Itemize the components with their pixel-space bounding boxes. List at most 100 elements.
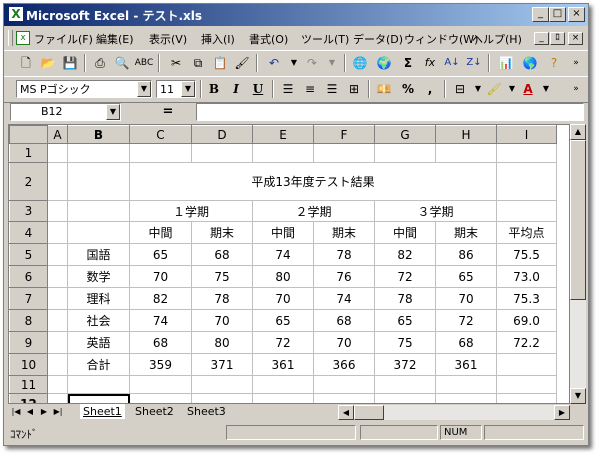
chevron-down-icon[interactable]: ▼ <box>137 81 151 97</box>
score-cell[interactable]: 80 <box>252 265 314 288</box>
subheader-cell[interactable]: 中間 <box>252 221 314 244</box>
align-right-icon[interactable]: ☰ <box>322 80 342 98</box>
term-label[interactable]: １学期 <box>129 200 253 222</box>
cell[interactable] <box>252 375 314 394</box>
chevron-down-icon[interactable]: ▼ <box>106 104 120 120</box>
cell[interactable] <box>435 393 497 403</box>
percent-style-button[interactable]: % <box>398 80 418 98</box>
menu-file[interactable]: ファイル(F) <box>34 31 93 47</box>
column-header[interactable]: I <box>496 125 557 144</box>
autosum-icon[interactable]: Σ <box>398 54 418 72</box>
menu-tools[interactable]: ツール(T) <box>301 31 349 47</box>
subheader-cell[interactable]: 中間 <box>374 221 436 244</box>
score-cell[interactable]: 70 <box>191 309 253 332</box>
score-cell[interactable]: 65 <box>435 265 497 288</box>
row-header[interactable]: 7 <box>9 287 48 310</box>
cell[interactable] <box>313 143 375 163</box>
doc-minimize-button[interactable]: _ <box>534 32 549 45</box>
cell[interactable] <box>47 287 68 310</box>
office-assistant-icon[interactable]: ? <box>544 54 564 72</box>
chevron-down-icon[interactable]: ▼ <box>181 81 195 97</box>
fill-color-icon[interactable]: 🖌 <box>484 80 504 98</box>
more-buttons-icon[interactable]: » <box>566 80 586 98</box>
italic-button[interactable]: I <box>226 80 246 98</box>
vertical-scrollbar[interactable]: ▲ ▼ <box>570 124 586 404</box>
menu-insert[interactable]: 挿入(I) <box>201 31 235 47</box>
score-cell[interactable]: 74 <box>313 287 375 310</box>
new-icon[interactable]: 🗋 <box>16 54 36 72</box>
cell[interactable] <box>252 143 314 163</box>
cell[interactable] <box>496 375 557 394</box>
open-folder-icon[interactable]: 📂 <box>38 54 58 72</box>
total-cell[interactable]: 371 <box>191 353 253 376</box>
cell[interactable] <box>67 221 130 244</box>
sheet-tab-3[interactable]: Sheet3 <box>184 404 229 419</box>
cell[interactable] <box>435 143 497 163</box>
prev-sheet-icon[interactable]: ◀ <box>24 405 36 419</box>
score-cell[interactable]: 86 <box>435 243 497 266</box>
first-sheet-icon[interactable]: |◀ <box>10 405 22 419</box>
scroll-down-icon[interactable]: ▼ <box>570 388 586 404</box>
score-cell[interactable]: 70 <box>435 287 497 310</box>
subheader-cell[interactable]: 中間 <box>129 221 192 244</box>
redo-icon[interactable]: ↷ <box>302 54 322 72</box>
cell[interactable] <box>435 375 497 394</box>
scroll-left-icon[interactable]: ◀ <box>338 405 354 420</box>
term-label[interactable]: ２学期 <box>252 200 375 222</box>
sort-ascending-icon[interactable]: A↓ <box>442 54 462 72</box>
copy-icon[interactable]: ⧉ <box>188 54 208 72</box>
row-header[interactable]: 9 <box>9 331 48 354</box>
cell[interactable] <box>47 331 68 354</box>
row-header[interactable]: 1 <box>9 143 48 163</box>
score-cell[interactable]: 76 <box>313 265 375 288</box>
total-label[interactable]: 合計 <box>67 353 130 376</box>
average-cell[interactable]: 69.0 <box>496 309 557 332</box>
workbook-icon[interactable]: x <box>16 31 30 45</box>
maximize-button[interactable]: □ <box>549 7 566 22</box>
score-cell[interactable]: 68 <box>313 309 375 332</box>
cell[interactable] <box>496 162 557 201</box>
function-icon[interactable]: fx <box>420 54 440 72</box>
row-header[interactable]: 4 <box>9 221 48 244</box>
score-cell[interactable]: 65 <box>252 309 314 332</box>
cell[interactable] <box>67 143 130 163</box>
subject-name[interactable]: 数学 <box>67 265 130 288</box>
subject-name[interactable]: 国語 <box>67 243 130 266</box>
scroll-up-icon[interactable]: ▲ <box>570 124 586 140</box>
total-cell[interactable]: 366 <box>313 353 375 376</box>
print-icon[interactable]: ⎙ <box>90 54 110 72</box>
sheet-title[interactable]: 平成13年度テスト結果 <box>130 163 497 201</box>
minimize-button[interactable]: _ <box>532 7 549 22</box>
vertical-scroll-thumb[interactable] <box>570 140 586 300</box>
menu-data[interactable]: データ(D) <box>353 31 403 47</box>
web-toolbar-icon[interactable]: 🌍 <box>374 54 394 72</box>
score-cell[interactable]: 65 <box>374 309 436 332</box>
total-cell[interactable]: 359 <box>129 353 192 376</box>
row-header[interactable]: 6 <box>9 265 48 288</box>
row-header[interactable]: 3 <box>9 200 48 222</box>
subject-name[interactable]: 社会 <box>67 309 130 332</box>
cell[interactable] <box>374 375 436 394</box>
average-cell[interactable]: 75.3 <box>496 287 557 310</box>
menu-edit[interactable]: 編集(E) <box>96 31 134 47</box>
cell[interactable] <box>252 393 314 403</box>
formula-input[interactable] <box>196 103 584 121</box>
cell[interactable] <box>47 265 68 288</box>
column-header[interactable]: E <box>252 125 314 144</box>
total-cell[interactable]: 361 <box>435 353 497 376</box>
worksheet-grid[interactable]: A B C D E F G H I 1 2 平成13年度テスト結果 3 １学期 … <box>8 124 570 404</box>
save-icon[interactable]: 💾 <box>60 54 80 72</box>
row-header[interactable]: 8 <box>9 309 48 332</box>
average-cell[interactable]: 73.0 <box>496 265 557 288</box>
subject-name[interactable]: 英語 <box>67 331 130 354</box>
cell[interactable] <box>313 375 375 394</box>
horizontal-scroll-thumb[interactable] <box>354 405 384 420</box>
score-cell[interactable]: 70 <box>252 287 314 310</box>
score-cell[interactable]: 68 <box>435 331 497 354</box>
align-left-icon[interactable]: ☰ <box>278 80 298 98</box>
cell[interactable] <box>191 393 253 403</box>
sheet-tab-2[interactable]: Sheet2 <box>132 404 177 419</box>
align-center-icon[interactable]: ≡ <box>300 80 320 98</box>
column-header[interactable]: H <box>435 125 497 144</box>
horizontal-scrollbar[interactable]: ◀ ▶ <box>338 405 570 420</box>
